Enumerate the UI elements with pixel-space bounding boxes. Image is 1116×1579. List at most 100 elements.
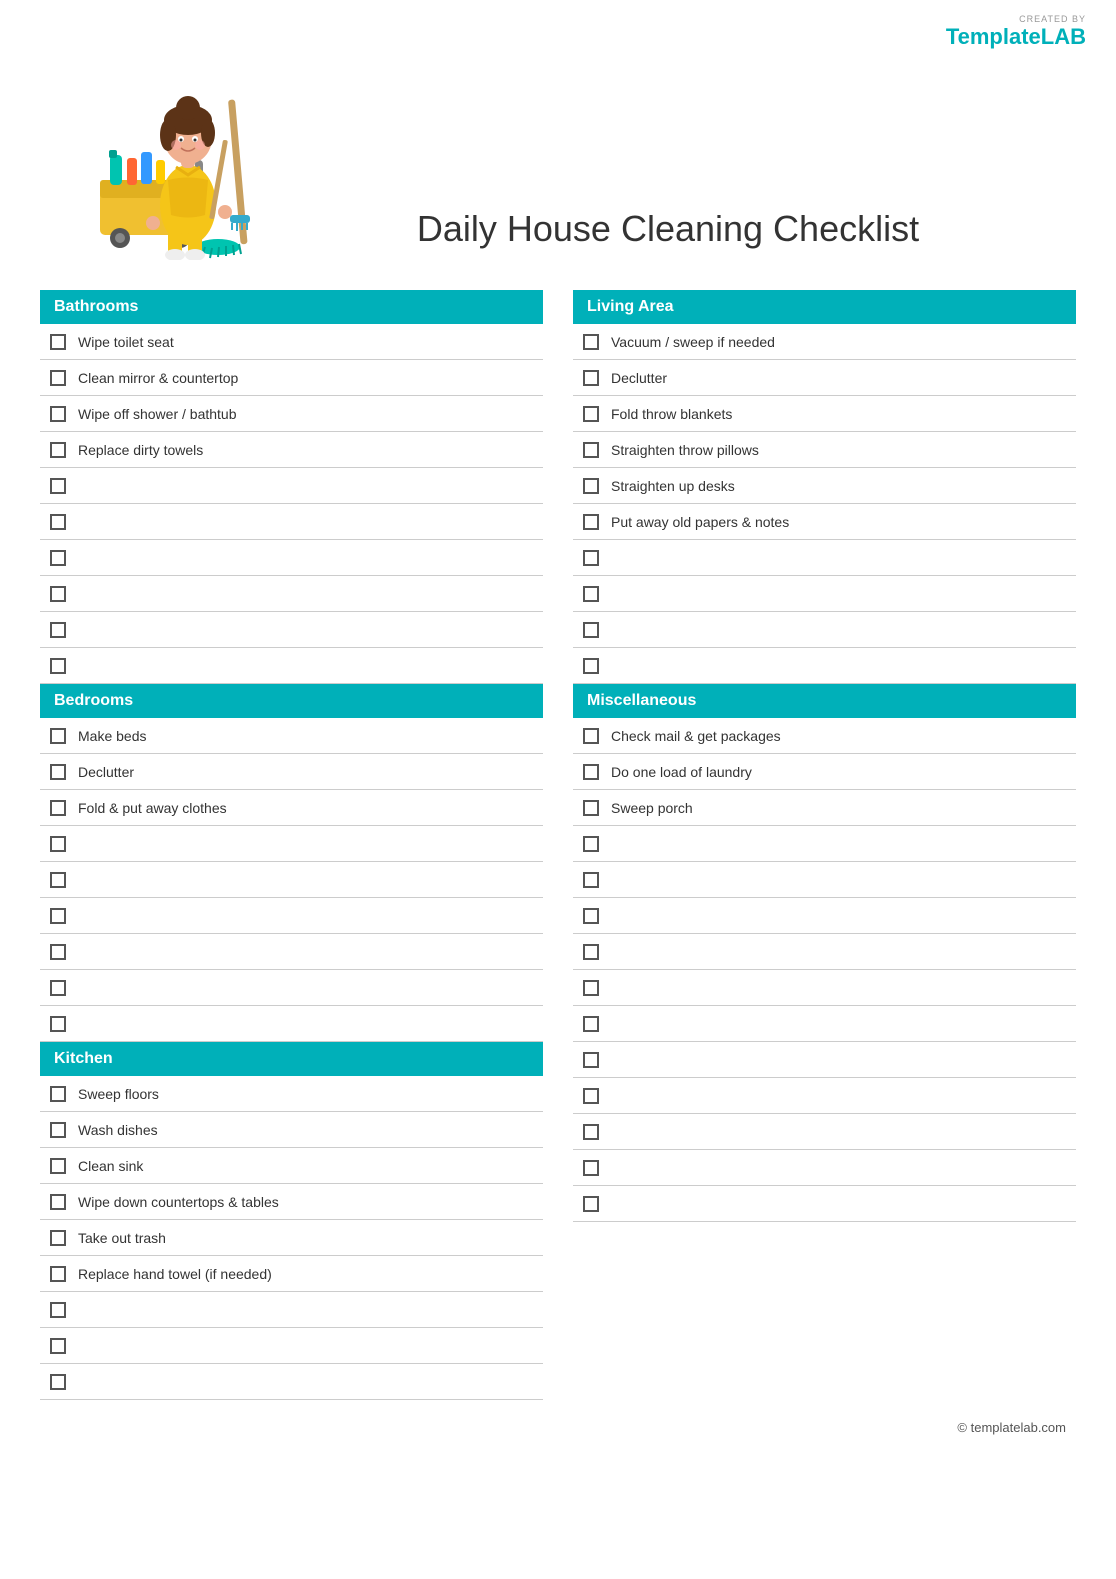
checklist-item: Clean sink — [40, 1148, 543, 1184]
checkbox[interactable] — [583, 1196, 599, 1212]
checklist-item: Wipe toilet seat — [40, 324, 543, 360]
checkbox[interactable] — [583, 800, 599, 816]
checklist-item — [573, 648, 1076, 684]
item-text: Sweep porch — [611, 800, 693, 816]
checkbox[interactable] — [50, 1230, 66, 1246]
checkbox[interactable] — [583, 478, 599, 494]
checklist-column: Living AreaVacuum / sweep if neededDeclu… — [573, 290, 1076, 1400]
item-text: Declutter — [611, 370, 667, 386]
checkbox[interactable] — [583, 406, 599, 422]
checkbox[interactable] — [583, 836, 599, 852]
checklist-section-miscellaneous: MiscellaneousCheck mail & get packagesDo… — [573, 684, 1076, 1222]
checklist-item: Straighten up desks — [573, 468, 1076, 504]
checklist-item — [40, 1006, 543, 1042]
checklist-item: Replace dirty towels — [40, 432, 543, 468]
checkbox[interactable] — [583, 370, 599, 386]
section-header-bathrooms: Bathrooms — [40, 290, 543, 324]
checkbox[interactable] — [50, 1266, 66, 1282]
checkbox[interactable] — [583, 586, 599, 602]
checkbox[interactable] — [50, 836, 66, 852]
checkbox[interactable] — [583, 1160, 599, 1176]
cleaning-illustration-container — [40, 40, 300, 260]
checkbox[interactable] — [583, 442, 599, 458]
item-text: Replace hand towel (if needed) — [78, 1266, 272, 1282]
item-text: Make beds — [78, 728, 146, 744]
checkbox[interactable] — [50, 800, 66, 816]
checkbox[interactable] — [50, 586, 66, 602]
checkbox[interactable] — [50, 1338, 66, 1354]
checkbox[interactable] — [583, 334, 599, 350]
checklist-item: Put away old papers & notes — [573, 504, 1076, 540]
checkbox[interactable] — [583, 1016, 599, 1032]
checkbox[interactable] — [50, 1302, 66, 1318]
checkbox[interactable] — [583, 550, 599, 566]
checklist-item — [40, 504, 543, 540]
item-text: Wipe off shower / bathtub — [78, 406, 237, 422]
checkbox[interactable] — [50, 658, 66, 674]
checkbox[interactable] — [50, 1122, 66, 1138]
item-text: Wash dishes — [78, 1122, 158, 1138]
section-header-kitchen: Kitchen — [40, 1042, 543, 1076]
checkbox[interactable] — [583, 908, 599, 924]
checklist-item — [573, 1114, 1076, 1150]
checkbox[interactable] — [50, 872, 66, 888]
item-text: Check mail & get packages — [611, 728, 781, 744]
checkbox[interactable] — [50, 478, 66, 494]
checkbox[interactable] — [583, 1052, 599, 1068]
checklist-section-living-area: Living AreaVacuum / sweep if neededDeclu… — [573, 290, 1076, 684]
checkbox[interactable] — [50, 550, 66, 566]
checklist-item — [573, 1078, 1076, 1114]
checkbox[interactable] — [50, 1374, 66, 1390]
checkbox[interactable] — [50, 980, 66, 996]
logo-lab: LAB — [1041, 24, 1086, 49]
checkbox[interactable] — [583, 1088, 599, 1104]
checkbox[interactable] — [50, 442, 66, 458]
checklist-item — [573, 540, 1076, 576]
checkbox[interactable] — [583, 764, 599, 780]
item-text: Wipe down countertops & tables — [78, 1194, 279, 1210]
checkbox[interactable] — [50, 944, 66, 960]
checkbox[interactable] — [50, 908, 66, 924]
checkbox[interactable] — [50, 764, 66, 780]
checkbox[interactable] — [50, 728, 66, 744]
checklist-item — [40, 648, 543, 684]
checklist-item — [40, 1364, 543, 1400]
item-text: Sweep floors — [78, 1086, 159, 1102]
item-text: Replace dirty towels — [78, 442, 203, 458]
item-text: Straighten up desks — [611, 478, 735, 494]
item-text: Straighten throw pillows — [611, 442, 759, 458]
section-header-bedrooms: Bedrooms — [40, 684, 543, 718]
checklist-item: Wash dishes — [40, 1112, 543, 1148]
checkbox[interactable] — [50, 1158, 66, 1174]
checklist-item: Sweep porch — [573, 790, 1076, 826]
checkbox[interactable] — [583, 872, 599, 888]
item-text: Clean mirror & countertop — [78, 370, 238, 386]
checkbox[interactable] — [583, 980, 599, 996]
checklist-item: Take out trash — [40, 1220, 543, 1256]
checklist-item — [40, 898, 543, 934]
checklist-item — [40, 1292, 543, 1328]
checklist-item: Make beds — [40, 718, 543, 754]
checkbox[interactable] — [50, 334, 66, 350]
checklist-item — [40, 576, 543, 612]
checkbox[interactable] — [50, 1194, 66, 1210]
item-text: Do one load of laundry — [611, 764, 752, 780]
page: CREATED BY TemplateLAB — [0, 0, 1116, 1579]
checkbox[interactable] — [50, 1086, 66, 1102]
checkbox[interactable] — [583, 944, 599, 960]
checkbox[interactable] — [50, 406, 66, 422]
checkbox[interactable] — [50, 514, 66, 530]
checkbox[interactable] — [583, 1124, 599, 1140]
checkbox[interactable] — [583, 514, 599, 530]
checkbox[interactable] — [50, 1016, 66, 1032]
checklist-section-bedrooms: BedroomsMake bedsDeclutterFold & put awa… — [40, 684, 543, 1042]
checklist-item — [573, 612, 1076, 648]
checklist-item — [573, 1186, 1076, 1222]
checkbox[interactable] — [50, 622, 66, 638]
checklist-item — [573, 934, 1076, 970]
checkbox[interactable] — [583, 622, 599, 638]
checkbox[interactable] — [583, 658, 599, 674]
checklist-item — [573, 862, 1076, 898]
checkbox[interactable] — [583, 728, 599, 744]
checkbox[interactable] — [50, 370, 66, 386]
